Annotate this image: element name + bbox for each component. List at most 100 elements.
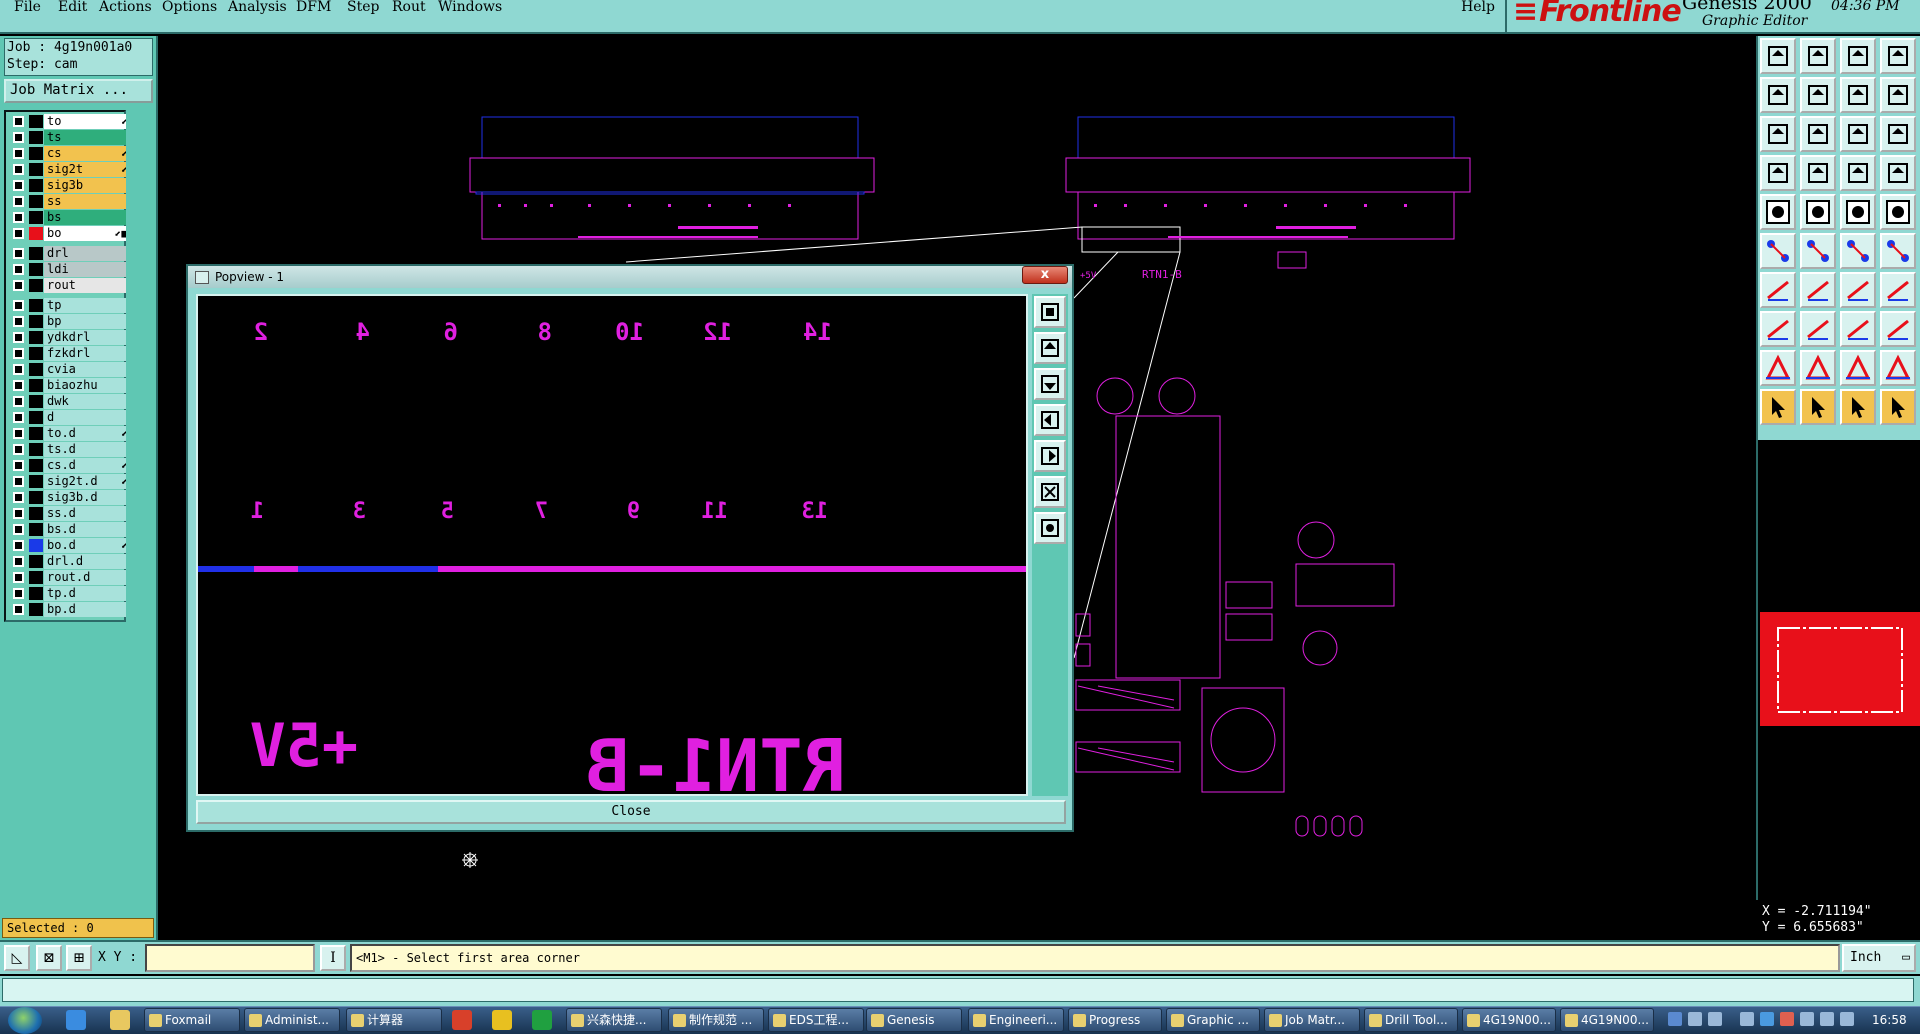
layer-checkbox[interactable] [13,492,24,503]
layer-row[interactable]: ss [8,194,130,209]
layer-name[interactable]: ss [44,194,130,209]
layer-color-swatch[interactable] [29,131,43,144]
popview-pan-up-button[interactable] [1034,332,1066,364]
quicklaunch-icon[interactable] [532,1010,552,1030]
layer-checkbox[interactable] [13,508,24,519]
layer-color-swatch[interactable] [29,363,43,376]
rect-select-button[interactable] [1880,311,1916,347]
layer-checkbox[interactable] [13,412,24,423]
layer-row[interactable]: to.d ⬋ [8,426,130,441]
layer-checkbox[interactable] [13,148,24,159]
layer-color-swatch[interactable] [29,379,43,392]
layer-row[interactable]: sig3b [8,178,130,193]
layer-color-swatch[interactable] [29,507,43,520]
move-left-button[interactable] [1760,77,1796,113]
layer-checkbox[interactable] [13,264,24,275]
pad-select-button[interactable] [1840,155,1876,191]
layer-checkbox[interactable] [13,332,24,343]
cross-select-button[interactable] [1800,233,1836,269]
taskbar-button[interactable]: 兴森快捷... [566,1008,662,1032]
layer-name[interactable]: bp.d [44,602,130,617]
layer-color-swatch[interactable] [29,555,43,568]
layer-color-swatch[interactable] [29,163,43,176]
layer-checkbox[interactable] [13,444,24,455]
taskbar-button[interactable]: Genesis [866,1008,962,1032]
menu-windows[interactable]: Windows [438,0,502,16]
menu-options[interactable]: Options [162,0,217,16]
layer-color-swatch[interactable] [29,395,43,408]
taskbar-button[interactable]: 计算器 [346,1008,442,1032]
layer-checkbox[interactable] [13,380,24,391]
layer-color-swatch[interactable] [29,603,43,616]
pad-net-button[interactable] [1880,155,1916,191]
menu-analysis[interactable]: Analysis [228,0,287,16]
quicklaunch-icon[interactable] [452,1010,472,1030]
layer-name[interactable]: sig3b [44,178,130,193]
dash-line-button[interactable] [1800,311,1836,347]
taskbar-button[interactable]: Drill Tool... [1364,1008,1458,1032]
attr-button[interactable] [1760,155,1796,191]
tray-display-icon[interactable] [1800,1012,1814,1026]
popview-canvas[interactable]: 2 4 6 8 10 12 14 1 3 5 7 9 11 13 +5V RTN1-B [196,294,1028,808]
layer-name[interactable]: bp [44,314,130,329]
layer-checkbox[interactable] [13,228,24,239]
input-mode-button[interactable]: I [320,945,346,971]
quicklaunch-icon[interactable] [492,1010,512,1030]
taskbar-button[interactable]: 4G19N00... [1560,1008,1654,1032]
layer-color-swatch[interactable] [29,587,43,600]
layer-checkbox[interactable] [13,180,24,191]
layer-color-swatch[interactable] [29,263,43,276]
taskbar-button[interactable]: Progress [1068,1008,1162,1032]
layer-color-swatch[interactable] [29,331,43,344]
layer-row[interactable]: sig3b.d [8,490,130,505]
triangle-2-button[interactable] [1800,350,1836,386]
layer-name[interactable]: rout.d [44,570,130,585]
layer-name[interactable]: sig3b.d [44,490,130,505]
layer-name[interactable]: bs.d [44,522,130,537]
cut-line-button[interactable] [1760,311,1796,347]
layer-name[interactable]: drl.d [44,554,130,569]
taskbar-button[interactable]: Administ... [244,1008,340,1032]
popview-pan-right-button[interactable] [1034,440,1066,472]
rotate-button[interactable] [1800,155,1836,191]
popview-close-button[interactable]: Close [196,800,1066,824]
layer-row[interactable]: bp [8,314,130,329]
layer-name[interactable]: ldi [44,262,130,277]
menu-file[interactable]: File [14,0,41,16]
layer-name[interactable]: bo ⬋■ [44,226,130,241]
layer-color-swatch[interactable] [29,411,43,424]
taskbar-button[interactable]: Graphic ... [1166,1008,1260,1032]
tray-volume-icon[interactable] [1820,1012,1834,1026]
popview-pan-down-button[interactable] [1034,368,1066,400]
unit-selector[interactable]: Inch ▭ [1842,944,1916,972]
layer-name[interactable]: fzkdrl [44,346,130,361]
layer-row[interactable]: cs ⬋ [8,146,130,161]
pointer-3-button[interactable] [1840,389,1876,425]
measure-button[interactable] [1880,77,1916,113]
layer-name[interactable]: bo.d ⬋ [44,538,130,553]
layer-checkbox[interactable] [13,476,24,487]
layer-checkbox[interactable] [13,524,24,535]
layer-color-swatch[interactable] [29,299,43,312]
layer-name[interactable]: cs ⬋ [44,146,130,161]
popview-zoom-in-button[interactable] [1034,296,1066,328]
layer-row[interactable]: cs.d ⬋ [8,458,130,473]
zoom-move-button[interactable] [1800,116,1836,152]
edit-line-button[interactable] [1760,272,1796,308]
layer-checkbox[interactable] [13,428,24,439]
layer-checkbox[interactable] [13,572,24,583]
menu-edit[interactable]: Edit [58,0,87,16]
layer-name[interactable]: bs [44,210,130,225]
layer-color-swatch[interactable] [29,115,43,128]
layer-checkbox[interactable] [13,132,24,143]
tray-keyboard-icon[interactable] [1708,1012,1722,1026]
layer-name[interactable]: tp [44,298,130,313]
taskbar-button[interactable]: Engineeri... [968,1008,1064,1032]
layer-color-swatch[interactable] [29,523,43,536]
layer-name[interactable]: dwk [44,394,130,409]
tray-help-icon[interactable] [1688,1012,1702,1026]
layer-checkbox[interactable] [13,248,24,259]
layer-name[interactable]: ss.d [44,506,130,521]
layer-row[interactable]: sig2t ⬋ [8,162,130,177]
layer-checkbox[interactable] [13,556,24,567]
